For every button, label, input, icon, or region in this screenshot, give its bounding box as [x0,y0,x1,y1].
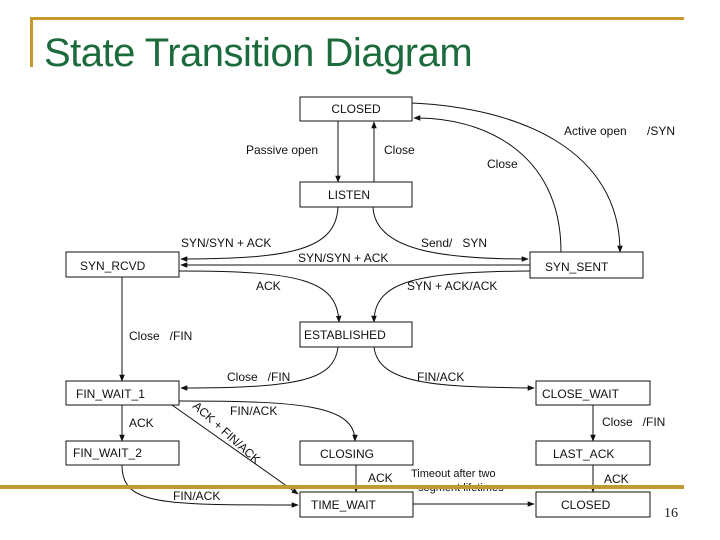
state-listen: LISTEN [299,181,413,208]
state-syn-rcvd: SYN_RCVD [65,251,180,278]
state-closed-top: CLOSED [299,96,413,122]
state-label: LISTEN [328,188,370,202]
label-active-open-syn: /SYN [647,124,675,138]
state-established: ESTABLISHED [299,321,413,348]
label-timeout-line1: Timeout after two [411,468,496,480]
label-active-open: Active open [564,124,627,138]
state-label: ESTABLISHED [304,328,386,342]
state-label: TIME_WAIT [311,498,377,512]
state-syn-sent: SYN_SENT [529,251,644,279]
state-time-wait: TIME_WAIT [299,491,414,518]
state-fin-wait-1: FIN_WAIT_1 [65,380,180,406]
state-label: FIN_WAIT_2 [73,446,142,460]
label-close-syn-sent: Close [487,157,518,171]
state-label: SYN_SENT [545,260,609,274]
state-closed-bottom: CLOSED [535,491,651,518]
label-send-syn: Send/ SYN [421,236,487,250]
label-synsent-syn-synack: SYN/SYN + ACK [298,251,388,265]
label-close-listen: Close [384,143,415,157]
state-fin-wait-2: FIN_WAIT_2 [65,440,180,466]
label-passive-open: Passive open [246,143,318,157]
state-closing: CLOSING [299,440,414,466]
label-close-fin-rcvd: Close /FIN [129,329,192,343]
state-label: CLOSE_WAIT [542,387,620,401]
state-label: CLOSED [561,498,611,512]
state-label: CLOSING [320,447,374,461]
label-close-fin-est: Close /FIN [227,370,290,384]
label-ack-fw1: ACK [129,416,154,430]
label-ack-closing: ACK [368,471,393,485]
footer-rule [0,485,684,489]
state-label: FIN_WAIT_1 [76,387,145,401]
state-close-wait: CLOSE_WAIT [535,380,651,406]
label-close-fin-cw: Close /FIN [602,415,665,429]
edge-send-syn [372,206,529,262]
label-fin-ack-fw1: FIN/ACK [230,404,277,418]
page-number: 16 [664,506,678,521]
state-label: LAST_ACK [553,447,614,461]
label-ack-rcvd: ACK [256,279,281,293]
label-ack-last: ACK [604,472,629,486]
state-label: CLOSED [331,102,381,116]
edge-close-syn-sent [413,115,562,253]
label-fin-ack-fw2: FIN/ACK [173,489,220,503]
label-listen-syn-synack: SYN/SYN + ACK [181,236,271,250]
label-fin-ack-est: FIN/ACK [417,370,464,384]
state-transition-diagram: CLOSED LISTEN SYN_RCVD SYN_SENT ESTABLIS… [65,96,675,518]
state-label: SYN_RCVD [80,259,146,273]
state-last-ack: LAST_ACK [535,440,651,466]
label-syn-ack-ack: SYN + ACK/ACK [407,279,497,293]
